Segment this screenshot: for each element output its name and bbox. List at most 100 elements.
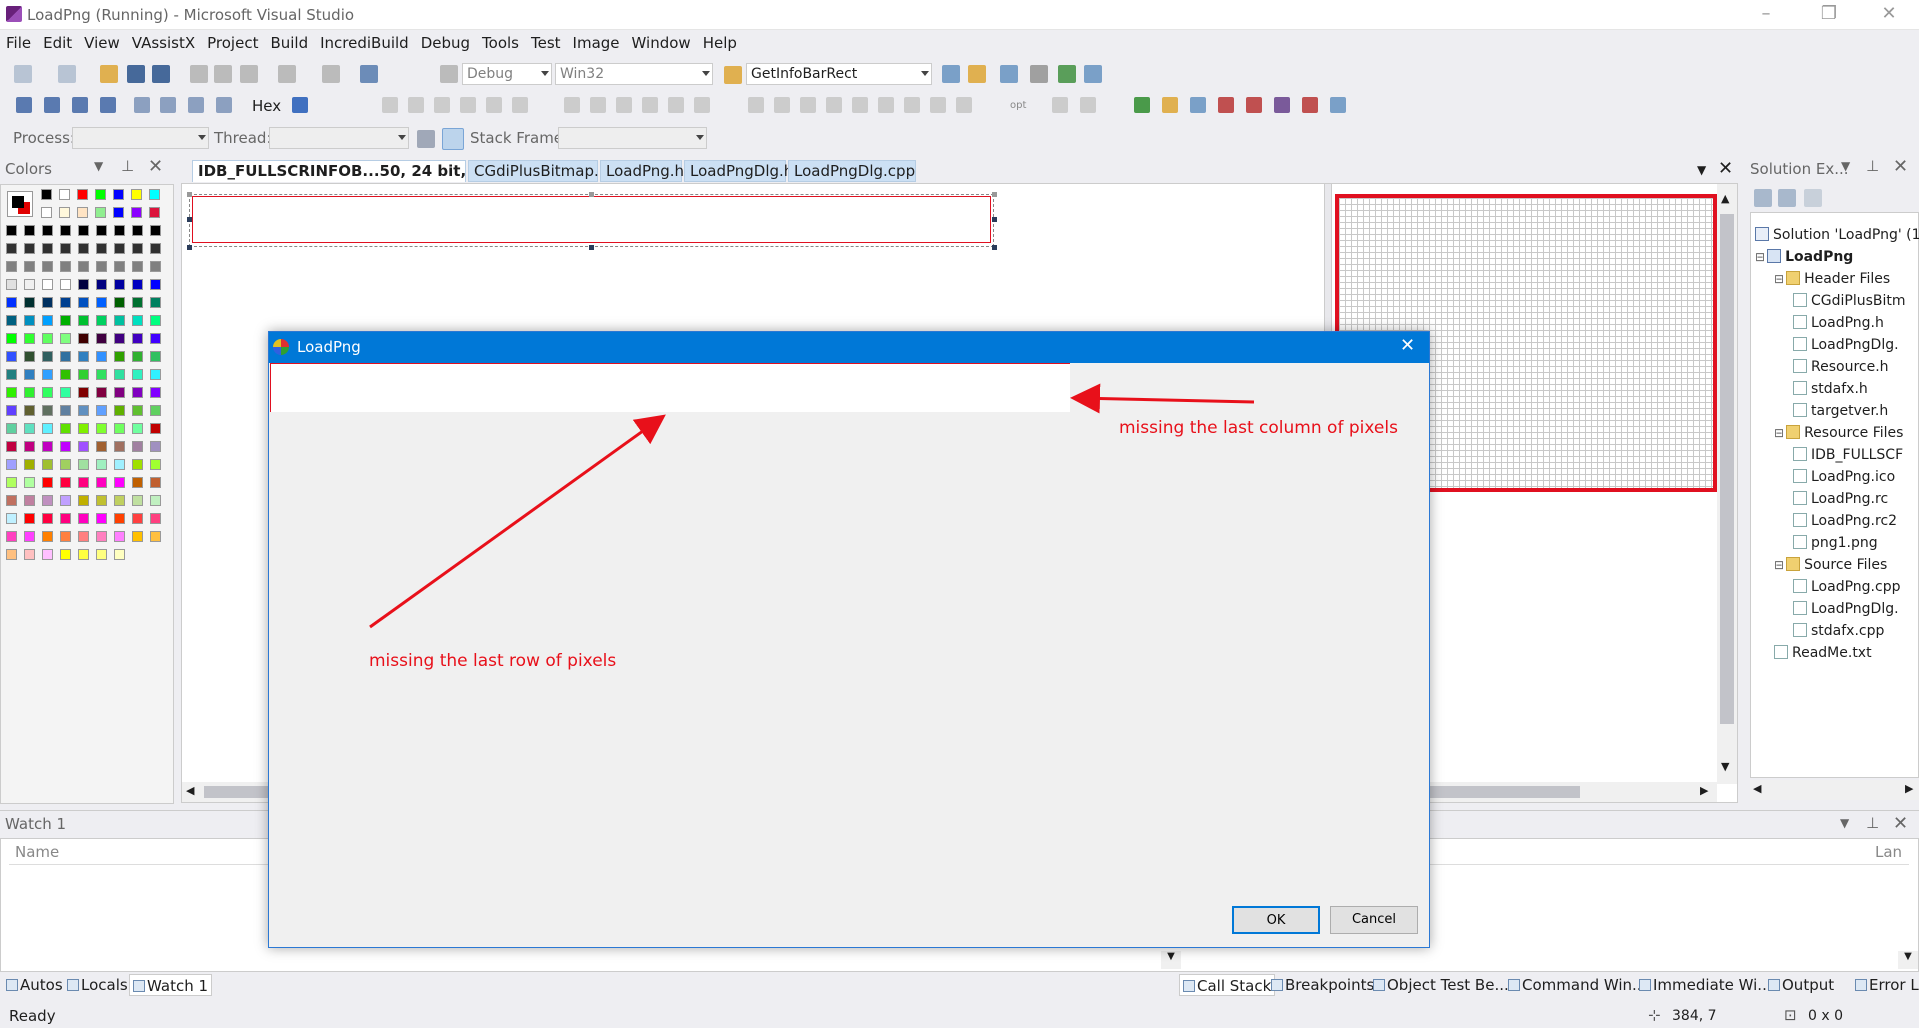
color-swatch[interactable]: [24, 261, 35, 272]
color-swatch[interactable]: [78, 225, 89, 236]
color-swatch[interactable]: [42, 423, 53, 434]
zoom-icon[interactable]: [512, 97, 528, 113]
foreground-color[interactable]: [12, 196, 24, 208]
cancel-button[interactable]: Cancel: [1330, 906, 1418, 934]
color-swatch[interactable]: [96, 315, 107, 326]
color-swatch[interactable]: [42, 441, 53, 452]
color-swatch[interactable]: [150, 459, 161, 470]
properties-icon[interactable]: [1000, 65, 1018, 83]
color-swatch[interactable]: [78, 315, 89, 326]
color-swatch[interactable]: [114, 351, 125, 362]
color-swatch[interactable]: [42, 369, 53, 380]
color-swatch[interactable]: [6, 351, 17, 362]
color-swatch[interactable]: [42, 225, 53, 236]
color-swatch[interactable]: [150, 477, 161, 488]
color-swatch[interactable]: [42, 405, 53, 416]
color-swatch[interactable]: [41, 207, 52, 218]
tree-item-file[interactable]: LoadPngDlg.: [1793, 337, 1899, 355]
pencil-icon[interactable]: [564, 97, 580, 113]
color-swatch[interactable]: [78, 495, 89, 506]
lasso-icon[interactable]: [408, 97, 424, 113]
color-swatch[interactable]: [60, 333, 71, 344]
folder-icon[interactable]: [724, 66, 742, 84]
color-swatch[interactable]: [150, 333, 161, 344]
color-swatch[interactable]: [59, 207, 70, 218]
cut-icon[interactable]: [190, 65, 208, 83]
scrollbar-thumb[interactable]: [1720, 214, 1734, 724]
color-swatch[interactable]: [96, 513, 107, 524]
tree-item-file[interactable]: IDB_FULLSCF: [1793, 447, 1903, 465]
opt-button[interactable]: opt: [1010, 100, 1026, 111]
toolbox-icon[interactable]: [968, 65, 986, 83]
color-swatch[interactable]: [132, 351, 143, 362]
color-swatch[interactable]: [114, 333, 125, 344]
color-swatch[interactable]: [24, 369, 35, 380]
brush-icon[interactable]: [590, 97, 606, 113]
tree-item-project[interactable]: ⊟ LoadPng: [1755, 249, 1853, 267]
color-swatch[interactable]: [24, 297, 35, 308]
color-swatch[interactable]: [132, 297, 143, 308]
hex-button[interactable]: Hex: [252, 97, 281, 115]
new-project-icon[interactable]: [14, 65, 32, 83]
color-swatch[interactable]: [132, 279, 143, 290]
color-swatch[interactable]: [114, 225, 125, 236]
scroll-down-icon[interactable]: ▼: [1898, 951, 1918, 969]
color-swatch[interactable]: [60, 297, 71, 308]
color-swatch[interactable]: [78, 477, 89, 488]
tool-tab-locals[interactable]: Locals: [64, 974, 131, 996]
resize-handle[interactable]: [187, 217, 192, 222]
color-swatch[interactable]: [42, 243, 53, 254]
color-swatch[interactable]: [6, 315, 17, 326]
watch-column-language[interactable]: Lan: [1875, 843, 1902, 861]
tree-item-file[interactable]: png1.png: [1793, 535, 1878, 553]
color-swatch[interactable]: [149, 189, 160, 200]
color-swatch[interactable]: [42, 387, 53, 398]
tree-item-file[interactable]: stdafx.h: [1793, 381, 1868, 399]
platform-combo[interactable]: Win32: [555, 63, 713, 85]
collapse-icon[interactable]: ⊟: [1774, 426, 1784, 440]
color-swatch[interactable]: [96, 351, 107, 362]
color-swatch[interactable]: [24, 351, 35, 362]
tool-tab-command-win[interactable]: Command Win...: [1505, 974, 1649, 996]
color-swatch[interactable]: [95, 207, 106, 218]
airbrush-icon[interactable]: [616, 97, 632, 113]
color-swatch[interactable]: [6, 477, 17, 488]
extensions-icon[interactable]: [1058, 65, 1076, 83]
color-swatch[interactable]: [96, 243, 107, 254]
close-document-icon[interactable]: ✕: [1718, 158, 1733, 179]
resize-handle[interactable]: [589, 192, 594, 197]
color-swatch[interactable]: [6, 459, 17, 470]
color-swatch[interactable]: [24, 333, 35, 344]
doc-tab-loadpngdlg-h[interactable]: LoadPngDlg.h: [684, 160, 793, 182]
color-swatch[interactable]: [78, 531, 89, 542]
color-swatch[interactable]: [6, 279, 17, 290]
resize-handle[interactable]: [992, 245, 997, 250]
color-swatch[interactable]: [132, 387, 143, 398]
color-swatch[interactable]: [60, 423, 71, 434]
menu-tools[interactable]: Tools: [476, 31, 525, 58]
save-icon[interactable]: [127, 65, 145, 83]
save-all-icon[interactable]: [152, 65, 170, 83]
color-swatch[interactable]: [96, 459, 107, 470]
menu-help[interactable]: Help: [697, 31, 743, 58]
menu-project[interactable]: Project: [201, 31, 264, 58]
tree-item-folder[interactable]: ⊟ Resource Files: [1774, 425, 1903, 443]
color-swatch[interactable]: [150, 441, 161, 452]
tool-tab-watch-1[interactable]: Watch 1: [129, 974, 213, 996]
color-swatch[interactable]: [60, 225, 71, 236]
color-swatch[interactable]: [132, 225, 143, 236]
line-icon[interactable]: [642, 97, 658, 113]
function-combo[interactable]: GetInfoBarRect: [746, 63, 932, 85]
collapse-icon[interactable]: ⊟: [1774, 558, 1784, 572]
start-icon[interactable]: [440, 65, 458, 83]
curve-icon[interactable]: [668, 97, 684, 113]
collapse-icon[interactable]: ⊟: [1774, 272, 1784, 286]
doc-tab-cgdiplusbitmap-h[interactable]: CGdiPlusBitmap.h: [468, 160, 608, 182]
menu-image[interactable]: Image: [567, 31, 626, 58]
menu-view[interactable]: View: [78, 31, 126, 58]
copy-icon[interactable]: [214, 65, 232, 83]
color-swatch[interactable]: [24, 225, 35, 236]
color-swatch[interactable]: [60, 261, 71, 272]
doc-tab-loadpngdlg-cpp[interactable]: LoadPngDlg.cpp: [788, 160, 916, 182]
resize-handle[interactable]: [589, 245, 594, 250]
